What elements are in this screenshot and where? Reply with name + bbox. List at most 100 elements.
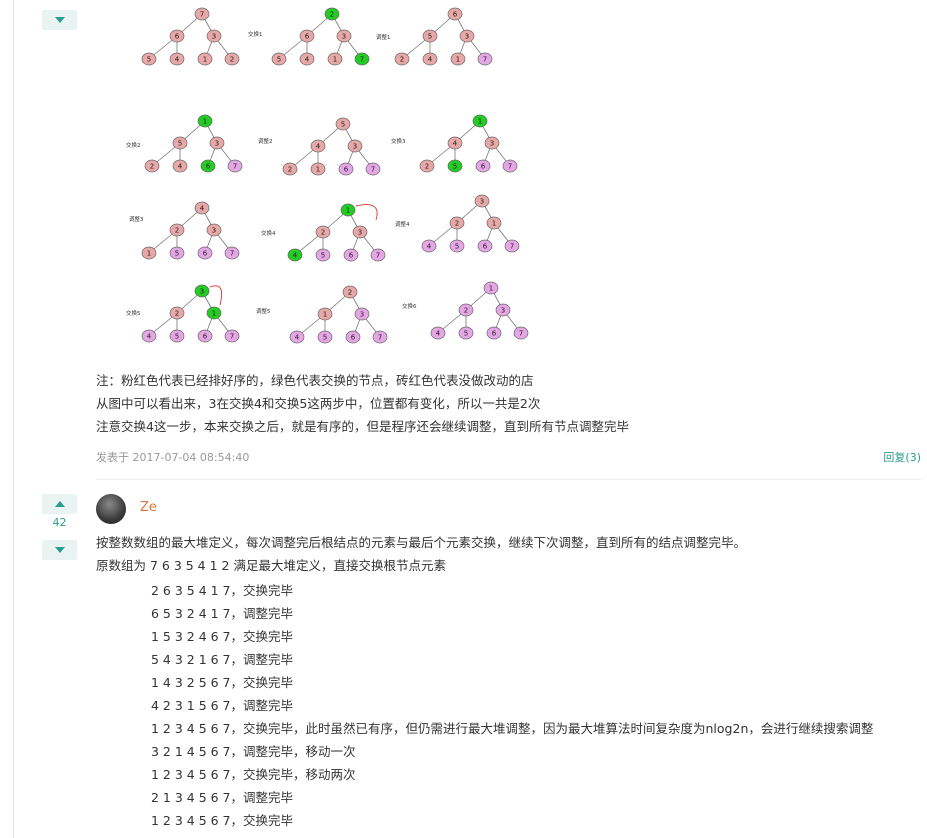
node-value: 3 — [200, 288, 204, 296]
upvote-button[interactable] — [42, 494, 77, 514]
heap-sort-diagram: 7 6 3 5 4 1 2 2 6 3 5 4 1 7 6 5 3 2 4 1 7 1 5 3 2 4 6 7 5 4 3 2 1 6 7 1 4 3 2 5… — [110, 0, 530, 350]
node-value: 1 — [346, 207, 350, 215]
node-value: 3 — [360, 311, 364, 319]
left-border — [13, 0, 14, 838]
comment-body: 按整数数组的最大堆定义，每次调整完后根结点的元素与最后个元素交换，继续下次调整，… — [96, 531, 746, 577]
node-value: 7 — [483, 56, 487, 64]
node-value: 1 — [492, 220, 496, 228]
step-label: 交换3 — [391, 137, 406, 145]
node-value: 2 — [400, 56, 404, 64]
node-value: 1 — [489, 285, 493, 293]
node-value: 7 — [378, 334, 382, 342]
node-value: 1 — [316, 166, 320, 174]
heap-tree: 5 4 3 2 1 6 7 — [282, 117, 381, 176]
comment-line: 从图中可以看出来，3在交换4和交换5这两步中，位置都有变化，所以一共是2次 — [96, 396, 541, 411]
node-value: 3 — [353, 143, 357, 151]
node-value: 1 — [323, 311, 327, 319]
node-value: 4 — [175, 56, 180, 64]
node-value: 4 — [293, 252, 298, 260]
step-label: 交换5 — [126, 309, 141, 317]
step-label: 调整4 — [395, 220, 410, 228]
node-value: 1 — [212, 310, 216, 318]
node-value: 7 — [360, 56, 364, 64]
node-value: 6 — [492, 330, 497, 338]
node-value: 2 — [464, 307, 468, 315]
node-value: 6 — [344, 166, 349, 174]
step-line: 6 5 3 2 4 1 7，调整完毕 — [151, 606, 294, 621]
node-value: 5 — [428, 33, 432, 41]
node-value: 7 — [510, 243, 514, 251]
node-value: 2 — [175, 310, 179, 318]
node-value: 1 — [333, 56, 337, 64]
node-value: 4 — [178, 163, 183, 171]
node-value: 4 — [147, 333, 152, 341]
node-value: 1 — [203, 56, 207, 64]
node-value: 3 — [212, 227, 216, 235]
node-value: 4 — [453, 140, 458, 148]
step-line: 2 6 3 5 4 1 7，交换完毕 — [151, 583, 294, 598]
step-label: 调整1 — [376, 33, 391, 41]
step-label: 交换1 — [248, 30, 263, 38]
swap-arrow — [355, 204, 378, 221]
step-label: 交换4 — [261, 229, 276, 237]
step-line: 1 2 3 4 5 6 7，交换完毕 — [151, 813, 294, 828]
node-value: 6 — [203, 333, 208, 341]
node-value: 5 — [178, 140, 182, 148]
post-timestamp: 发表于 2017-07-04 08:54:40 — [96, 451, 250, 464]
node-value: 6 — [203, 250, 208, 258]
heap-tree: 6 5 3 2 4 1 7 — [394, 7, 493, 66]
node-value: 3 — [490, 140, 494, 148]
avatar[interactable] — [96, 494, 126, 524]
downvote-button[interactable] — [42, 540, 77, 560]
vote-count: 42 — [52, 516, 67, 529]
comment-line: 注意交换4这一步，本来交换之后，就是有序的，但是程序还会继续调整，直到所有节点调… — [96, 419, 629, 434]
node-value: 7 — [230, 250, 234, 258]
node-value: 7 — [230, 333, 234, 341]
heap-tree: 2 1 3 4 5 6 7 — [289, 285, 388, 344]
node-value: 5 — [277, 56, 281, 64]
reply-link[interactable]: 回复(3) — [883, 449, 921, 465]
node-value: 5 — [455, 243, 459, 251]
downvote-button[interactable] — [42, 10, 77, 30]
node-value: 7 — [200, 11, 204, 19]
comment-line: 按整数数组的最大堆定义，每次调整完后根结点的元素与最后个元素交换，继续下次调整，… — [96, 535, 747, 550]
node-value: 6 — [206, 163, 211, 171]
node-value: 6 — [481, 163, 486, 171]
node-value: 4 — [200, 205, 205, 213]
swap-arrow — [209, 285, 223, 306]
node-value: 3 — [212, 33, 216, 41]
node-value: 5 — [341, 121, 345, 129]
node-value: 5 — [321, 252, 325, 260]
step-line: 5 4 3 2 1 6 7，调整完毕 — [151, 652, 294, 667]
node-value: 5 — [175, 250, 179, 258]
node-value: 3 — [342, 33, 346, 41]
chevron-down-icon — [54, 547, 65, 553]
node-value: 2 — [348, 289, 352, 297]
step-line: 4 2 3 1 5 6 7，调整完毕 — [151, 698, 294, 713]
node-value: 6 — [305, 33, 310, 41]
node-value: 3 — [465, 33, 469, 41]
node-value: 7 — [508, 163, 512, 171]
node-value: 2 — [288, 166, 292, 174]
heap-tree: 7 6 3 5 4 1 2 — [141, 7, 240, 66]
heap-tree: 3 2 1 4 5 6 7 — [141, 284, 240, 343]
node-value: 2 — [321, 229, 325, 237]
node-value: 2 — [175, 227, 179, 235]
node-value: 6 — [453, 11, 458, 19]
chevron-down-icon — [54, 17, 65, 23]
chevron-up-icon — [54, 501, 65, 507]
node-value: 5 — [453, 163, 457, 171]
comment-divider — [96, 479, 921, 480]
node-value: 6 — [351, 334, 356, 342]
username-link[interactable]: Ze — [140, 500, 157, 515]
heap-tree: 1 2 3 4 5 6 7 — [430, 281, 529, 340]
node-value: 3 — [501, 307, 505, 315]
heap-tree: 1 5 3 2 4 6 7 — [144, 114, 243, 173]
node-value: 6 — [175, 33, 180, 41]
node-value: 1 — [147, 250, 151, 258]
node-value: 7 — [376, 252, 380, 260]
node-value: 2 — [330, 11, 334, 19]
node-value: 5 — [147, 56, 151, 64]
node-value: 4 — [427, 243, 432, 251]
node-value: 5 — [464, 330, 468, 338]
